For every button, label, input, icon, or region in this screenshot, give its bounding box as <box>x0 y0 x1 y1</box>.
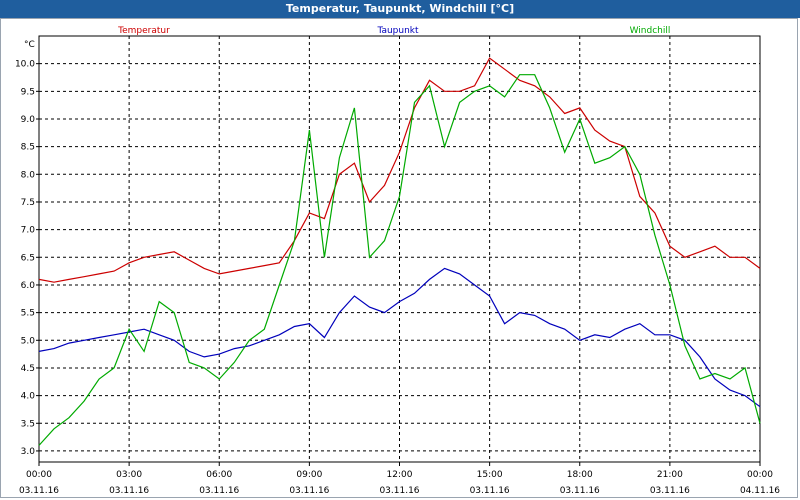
y-tick-label: 9.5 <box>21 87 35 97</box>
y-tick-label: 4.5 <box>21 364 35 374</box>
legend-windchill: Windchill <box>630 26 671 36</box>
x-tick-time-label: 18:00 <box>567 470 593 480</box>
y-tick-label: 10.0 <box>15 60 35 70</box>
x-tick-time-label: 00:00 <box>26 470 52 480</box>
x-tick-time-label: 09:00 <box>296 470 322 480</box>
line-chart: 3.0 3.5 4.0 4.5 5.0 5.5 6.0 6.5 7.0 7.5 8.0 8.5 9.0 9… <box>15 26 780 496</box>
y-tick-label: 6.5 <box>21 253 35 263</box>
x-tick-date-label: 04.11.16 <box>740 486 780 496</box>
x-tick-date-label: 03.11.16 <box>650 486 690 496</box>
y-tick-label: 8.0 <box>21 170 36 180</box>
y-tick-label: 8.5 <box>21 143 35 153</box>
x-tick-date-label: 03.11.16 <box>19 486 59 496</box>
y-axis-unit: °C <box>24 40 35 50</box>
y-tick-label: 5.0 <box>21 336 36 346</box>
y-tick-label: 7.0 <box>21 226 36 236</box>
x-tick-date-label: 03.11.16 <box>109 486 149 496</box>
x-tick-time-label: 21:00 <box>657 470 683 480</box>
y-tick-label: 3.5 <box>21 419 35 429</box>
y-tick-label: 9.0 <box>21 115 36 125</box>
x-axis-ticks: 00:00 03.11.16 03:00 03.11.16 06:00 03.11.16 0… <box>19 462 780 496</box>
y-tick-label: 6.0 <box>21 281 36 291</box>
legend-taupunkt: Taupunkt <box>376 26 419 36</box>
y-axis-ticks: 3.0 3.5 4.0 4.5 5.0 5.5 6.0 6.5 7.0 7.5 8.0 8.5 9.0 9… <box>15 60 39 457</box>
x-tick-date-label: 03.11.16 <box>199 486 239 496</box>
legend-temperatur: Temperatur <box>117 26 170 36</box>
x-tick-date-label: 03.11.16 <box>379 486 419 496</box>
x-tick-time-label: 15:00 <box>477 470 503 480</box>
y-tick-label: 5.5 <box>21 309 35 319</box>
y-tick-label: 4.0 <box>21 392 36 402</box>
x-tick-time-label: 03:00 <box>116 470 142 480</box>
x-tick-time-label: 00:00 <box>747 470 773 480</box>
x-tick-date-label: 03.11.16 <box>560 486 600 496</box>
x-tick-date-label: 03.11.16 <box>289 486 329 496</box>
x-tick-date-label: 03.11.16 <box>470 486 510 496</box>
x-tick-time-label: 12:00 <box>387 470 413 480</box>
x-tick-time-label: 06:00 <box>206 470 232 480</box>
y-tick-label: 3.0 <box>21 447 36 457</box>
y-tick-label: 7.5 <box>21 198 35 208</box>
